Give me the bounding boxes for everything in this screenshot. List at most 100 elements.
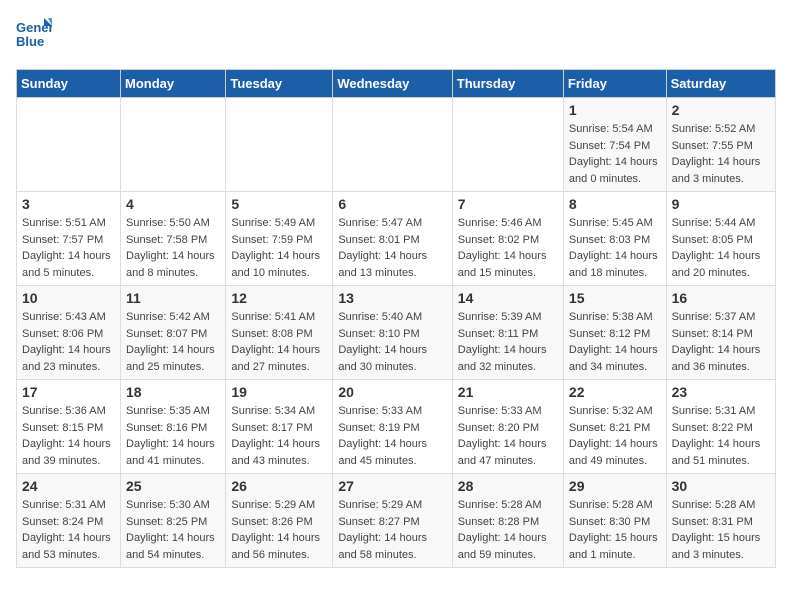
day-number: 19 [231, 384, 327, 400]
day-cell: 5 Sunrise: 5:49 AM Sunset: 7:59 PM Daylig… [226, 192, 333, 286]
calendar-table: SundayMondayTuesdayWednesdayThursdayFrid… [16, 69, 776, 568]
day-number: 1 [569, 102, 661, 118]
day-info: Sunrise: 5:52 AM Sunset: 7:55 PM Dayligh… [672, 121, 770, 187]
day-number: 12 [231, 290, 327, 306]
day-info: Sunrise: 5:29 AM Sunset: 8:26 PM Dayligh… [231, 497, 327, 563]
svg-text:Blue: Blue [16, 34, 44, 49]
day-cell: 4 Sunrise: 5:50 AM Sunset: 7:58 PM Daylig… [121, 192, 226, 286]
day-number: 27 [338, 478, 446, 494]
day-info: Sunrise: 5:41 AM Sunset: 8:08 PM Dayligh… [231, 309, 327, 375]
week-row-4: 17Sunrise: 5:36 AM Sunset: 8:15 PM Dayli… [17, 380, 776, 474]
day-cell [333, 98, 452, 192]
logo-icon: General Blue [16, 16, 52, 57]
day-cell: 13Sunrise: 5:40 AM Sunset: 8:10 PM Dayli… [333, 286, 452, 380]
day-info: Sunrise: 5:34 AM Sunset: 8:17 PM Dayligh… [231, 403, 327, 469]
day-number: 2 [672, 102, 770, 118]
day-number: 21 [458, 384, 558, 400]
day-number: 17 [22, 384, 115, 400]
day-cell [226, 98, 333, 192]
header-cell-sunday: Sunday [17, 70, 121, 98]
day-info: Sunrise: 5:40 AM Sunset: 8:10 PM Dayligh… [338, 309, 446, 375]
header-row: SundayMondayTuesdayWednesdayThursdayFrid… [17, 70, 776, 98]
day-cell: 25 Sunrise: 5:30 AM Sunset: 8:25 PM Dayli… [121, 474, 226, 568]
week-row-1: 1 Sunrise: 5:54 AM Sunset: 7:54 PM Daylig… [17, 98, 776, 192]
day-info: Sunrise: 5:46 AM Sunset: 8:02 PM Dayligh… [458, 215, 558, 281]
day-info: Sunrise: 5:31 AM Sunset: 8:22 PM Dayligh… [672, 403, 770, 469]
day-number: 5 [231, 196, 327, 212]
header-cell-saturday: Saturday [666, 70, 775, 98]
day-cell [17, 98, 121, 192]
day-cell: 7 Sunrise: 5:46 AM Sunset: 8:02 PM Daylig… [452, 192, 563, 286]
day-cell: 24 Sunrise: 5:31 AM Sunset: 8:24 PM Dayli… [17, 474, 121, 568]
header-cell-thursday: Thursday [452, 70, 563, 98]
day-number: 4 [126, 196, 220, 212]
day-cell: 17Sunrise: 5:36 AM Sunset: 8:15 PM Dayli… [17, 380, 121, 474]
day-cell: 15Sunrise: 5:38 AM Sunset: 8:12 PM Dayli… [563, 286, 666, 380]
day-cell: 2 Sunrise: 5:52 AM Sunset: 7:55 PM Daylig… [666, 98, 775, 192]
week-row-3: 10Sunrise: 5:43 AM Sunset: 8:06 PM Dayli… [17, 286, 776, 380]
day-cell: 21 Sunrise: 5:33 AM Sunset: 8:20 PM Dayli… [452, 380, 563, 474]
day-info: Sunrise: 5:50 AM Sunset: 7:58 PM Dayligh… [126, 215, 220, 281]
day-number: 25 [126, 478, 220, 494]
day-info: Sunrise: 5:33 AM Sunset: 8:19 PM Dayligh… [338, 403, 446, 469]
day-cell: 19 Sunrise: 5:34 AM Sunset: 8:17 PM Dayli… [226, 380, 333, 474]
day-number: 10 [22, 290, 115, 306]
day-info: Sunrise: 5:47 AM Sunset: 8:01 PM Dayligh… [338, 215, 446, 281]
day-info: Sunrise: 5:32 AM Sunset: 8:21 PM Dayligh… [569, 403, 661, 469]
day-cell: 26 Sunrise: 5:29 AM Sunset: 8:26 PM Dayli… [226, 474, 333, 568]
day-info: Sunrise: 5:49 AM Sunset: 7:59 PM Dayligh… [231, 215, 327, 281]
header-cell-wednesday: Wednesday [333, 70, 452, 98]
day-cell: 29Sunrise: 5:28 AM Sunset: 8:30 PM Dayli… [563, 474, 666, 568]
day-cell: 9Sunrise: 5:44 AM Sunset: 8:05 PM Daylig… [666, 192, 775, 286]
day-number: 11 [126, 290, 220, 306]
day-info: Sunrise: 5:54 AM Sunset: 7:54 PM Dayligh… [569, 121, 661, 187]
logo: General Blue [16, 16, 52, 57]
day-info: Sunrise: 5:31 AM Sunset: 8:24 PM Dayligh… [22, 497, 115, 563]
day-cell: 1 Sunrise: 5:54 AM Sunset: 7:54 PM Daylig… [563, 98, 666, 192]
day-number: 24 [22, 478, 115, 494]
day-cell: 20 Sunrise: 5:33 AM Sunset: 8:19 PM Dayli… [333, 380, 452, 474]
day-cell [121, 98, 226, 192]
day-number: 29 [569, 478, 661, 494]
day-cell: 30 Sunrise: 5:28 AM Sunset: 8:31 PM Dayli… [666, 474, 775, 568]
day-number: 3 [22, 196, 115, 212]
day-cell: 28 Sunrise: 5:28 AM Sunset: 8:28 PM Dayli… [452, 474, 563, 568]
day-info: Sunrise: 5:35 AM Sunset: 8:16 PM Dayligh… [126, 403, 220, 469]
day-cell: 10Sunrise: 5:43 AM Sunset: 8:06 PM Dayli… [17, 286, 121, 380]
day-info: Sunrise: 5:51 AM Sunset: 7:57 PM Dayligh… [22, 215, 115, 281]
header-cell-friday: Friday [563, 70, 666, 98]
day-number: 22 [569, 384, 661, 400]
header: General Blue [16, 16, 776, 57]
day-number: 28 [458, 478, 558, 494]
day-number: 20 [338, 384, 446, 400]
day-info: Sunrise: 5:44 AM Sunset: 8:05 PM Dayligh… [672, 215, 770, 281]
day-info: Sunrise: 5:28 AM Sunset: 8:31 PM Dayligh… [672, 497, 770, 563]
day-number: 6 [338, 196, 446, 212]
day-number: 30 [672, 478, 770, 494]
week-row-5: 24 Sunrise: 5:31 AM Sunset: 8:24 PM Dayli… [17, 474, 776, 568]
day-number: 8 [569, 196, 661, 212]
day-number: 14 [458, 290, 558, 306]
day-cell: 22 Sunrise: 5:32 AM Sunset: 8:21 PM Dayli… [563, 380, 666, 474]
day-number: 18 [126, 384, 220, 400]
day-info: Sunrise: 5:29 AM Sunset: 8:27 PM Dayligh… [338, 497, 446, 563]
day-number: 7 [458, 196, 558, 212]
day-cell: 18 Sunrise: 5:35 AM Sunset: 8:16 PM Dayli… [121, 380, 226, 474]
day-info: Sunrise: 5:28 AM Sunset: 8:28 PM Dayligh… [458, 497, 558, 563]
header-cell-monday: Monday [121, 70, 226, 98]
day-info: Sunrise: 5:39 AM Sunset: 8:11 PM Dayligh… [458, 309, 558, 375]
day-cell: 23 Sunrise: 5:31 AM Sunset: 8:22 PM Dayli… [666, 380, 775, 474]
day-number: 23 [672, 384, 770, 400]
day-info: Sunrise: 5:33 AM Sunset: 8:20 PM Dayligh… [458, 403, 558, 469]
day-info: Sunrise: 5:38 AM Sunset: 8:12 PM Dayligh… [569, 309, 661, 375]
day-number: 26 [231, 478, 327, 494]
day-cell: 11Sunrise: 5:42 AM Sunset: 8:07 PM Dayli… [121, 286, 226, 380]
day-cell: 14 Sunrise: 5:39 AM Sunset: 8:11 PM Dayli… [452, 286, 563, 380]
day-cell: 6 Sunrise: 5:47 AM Sunset: 8:01 PM Daylig… [333, 192, 452, 286]
day-cell: 27 Sunrise: 5:29 AM Sunset: 8:27 PM Dayli… [333, 474, 452, 568]
day-cell: 16Sunrise: 5:37 AM Sunset: 8:14 PM Dayli… [666, 286, 775, 380]
day-info: Sunrise: 5:37 AM Sunset: 8:14 PM Dayligh… [672, 309, 770, 375]
day-info: Sunrise: 5:30 AM Sunset: 8:25 PM Dayligh… [126, 497, 220, 563]
day-cell: 12 Sunrise: 5:41 AM Sunset: 8:08 PM Dayli… [226, 286, 333, 380]
day-cell [452, 98, 563, 192]
